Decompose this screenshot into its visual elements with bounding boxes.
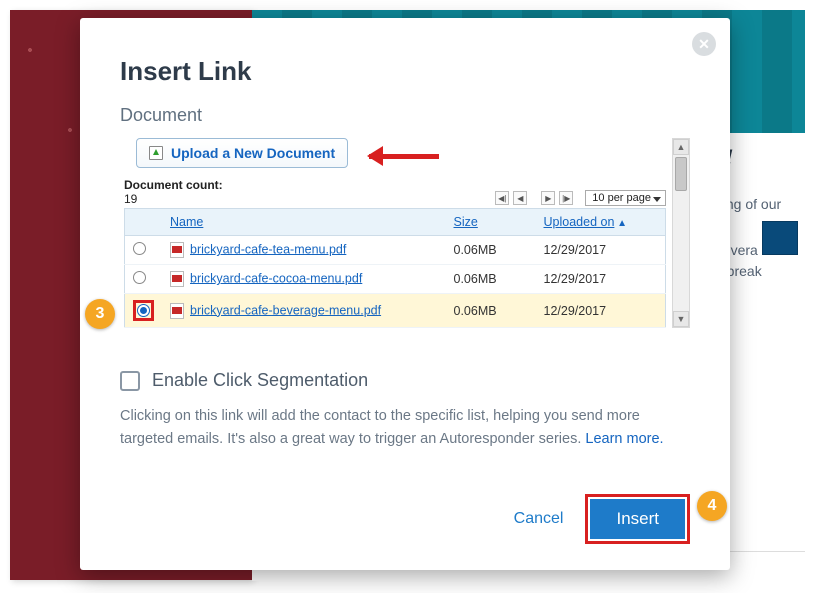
annotation-step-4: 4	[697, 491, 727, 521]
file-size: 0.06MB	[446, 294, 536, 328]
enable-segmentation-checkbox[interactable]	[120, 371, 140, 391]
pager-controls: ◀| ◀ ▶ |▶ 10 per page	[495, 190, 666, 206]
upload-icon	[149, 146, 163, 160]
pager-first-button[interactable]: ◀|	[495, 191, 509, 205]
pdf-icon	[170, 271, 184, 287]
row-radio[interactable]	[133, 242, 146, 255]
per-page-select[interactable]: 10 per page	[585, 190, 666, 206]
side-blue-button-fragment	[762, 221, 798, 255]
annotation-step-3: 3	[85, 299, 115, 329]
scrollbar[interactable]: ▲ ▼	[672, 138, 690, 328]
file-size: 0.06MB	[446, 265, 536, 294]
click-segmentation-section: Enable Click Segmentation Clicking on th…	[120, 370, 690, 451]
file-link[interactable]: brickyard-cafe-cocoa-menu.pdf	[190, 271, 362, 285]
table-row[interactable]: brickyard-cafe-beverage-menu.pdf 0.06MB …	[125, 294, 666, 328]
table-row[interactable]: brickyard-cafe-tea-menu.pdf 0.06MB 12/29…	[125, 236, 666, 265]
segmentation-help-text: Clicking on this link will add the conta…	[120, 405, 690, 451]
file-size: 0.06MB	[446, 236, 536, 265]
scroll-up-arrow[interactable]: ▲	[673, 139, 689, 155]
sort-asc-icon: ▲	[614, 218, 627, 229]
pager-next-button[interactable]: ▶	[541, 191, 555, 205]
pager-last-button[interactable]: |▶	[559, 191, 573, 205]
row-radio[interactable]	[137, 304, 150, 317]
documents-table: Name Size Uploaded on ▲ brickyard-cafe-t…	[124, 208, 666, 328]
document-count-value: 19	[124, 192, 137, 206]
annotation-highlight-box	[133, 300, 154, 321]
segmentation-help-body: Clicking on this link will add the conta…	[120, 408, 640, 447]
close-icon: ✕	[698, 36, 710, 53]
modal-title: Insert Link	[120, 56, 690, 87]
annotation-highlight-box: Insert	[585, 494, 690, 544]
column-size-header[interactable]: Size	[446, 209, 536, 236]
column-uploaded-link[interactable]: Uploaded on	[544, 215, 615, 229]
pager-prev-button[interactable]: ◀	[513, 191, 527, 205]
insert-button[interactable]: Insert	[590, 499, 685, 539]
insert-link-modal: ✕ Insert Link Document Upload a New Docu…	[80, 18, 730, 570]
modal-footer: Cancel Insert	[504, 494, 690, 544]
document-picker-frame: Upload a New Document Document count: 19…	[124, 138, 690, 328]
column-select	[125, 209, 163, 236]
cancel-button[interactable]: Cancel	[504, 502, 574, 536]
learn-more-link[interactable]: Learn more.	[585, 431, 663, 447]
file-link[interactable]: brickyard-cafe-beverage-menu.pdf	[190, 303, 381, 317]
annotation-arrow	[369, 148, 449, 164]
column-name-header[interactable]: Name	[162, 209, 446, 236]
close-button[interactable]: ✕	[692, 32, 716, 56]
pdf-icon	[170, 242, 184, 258]
column-uploaded-header[interactable]: Uploaded on ▲	[536, 209, 666, 236]
file-uploaded: 12/29/2017	[536, 236, 666, 265]
scroll-thumb[interactable]	[675, 157, 687, 191]
document-section-label: Document	[120, 105, 690, 126]
file-uploaded: 12/29/2017	[536, 265, 666, 294]
pdf-icon	[170, 303, 184, 319]
column-size-link[interactable]: Size	[454, 215, 478, 229]
row-radio[interactable]	[133, 271, 146, 284]
column-name-link[interactable]: Name	[170, 215, 203, 229]
upload-new-document-button[interactable]: Upload a New Document	[136, 138, 348, 168]
upload-button-label: Upload a New Document	[171, 145, 335, 161]
document-count-label: Document count:	[124, 178, 223, 192]
table-row[interactable]: brickyard-cafe-cocoa-menu.pdf 0.06MB 12/…	[125, 265, 666, 294]
document-count-wrapper: Document count: 19	[124, 178, 223, 206]
file-uploaded: 12/29/2017	[536, 294, 666, 328]
file-link[interactable]: brickyard-cafe-tea-menu.pdf	[190, 242, 346, 256]
per-page-value: 10 per page	[592, 192, 651, 204]
enable-segmentation-label: Enable Click Segmentation	[152, 370, 368, 391]
scroll-down-arrow[interactable]: ▼	[673, 311, 689, 327]
